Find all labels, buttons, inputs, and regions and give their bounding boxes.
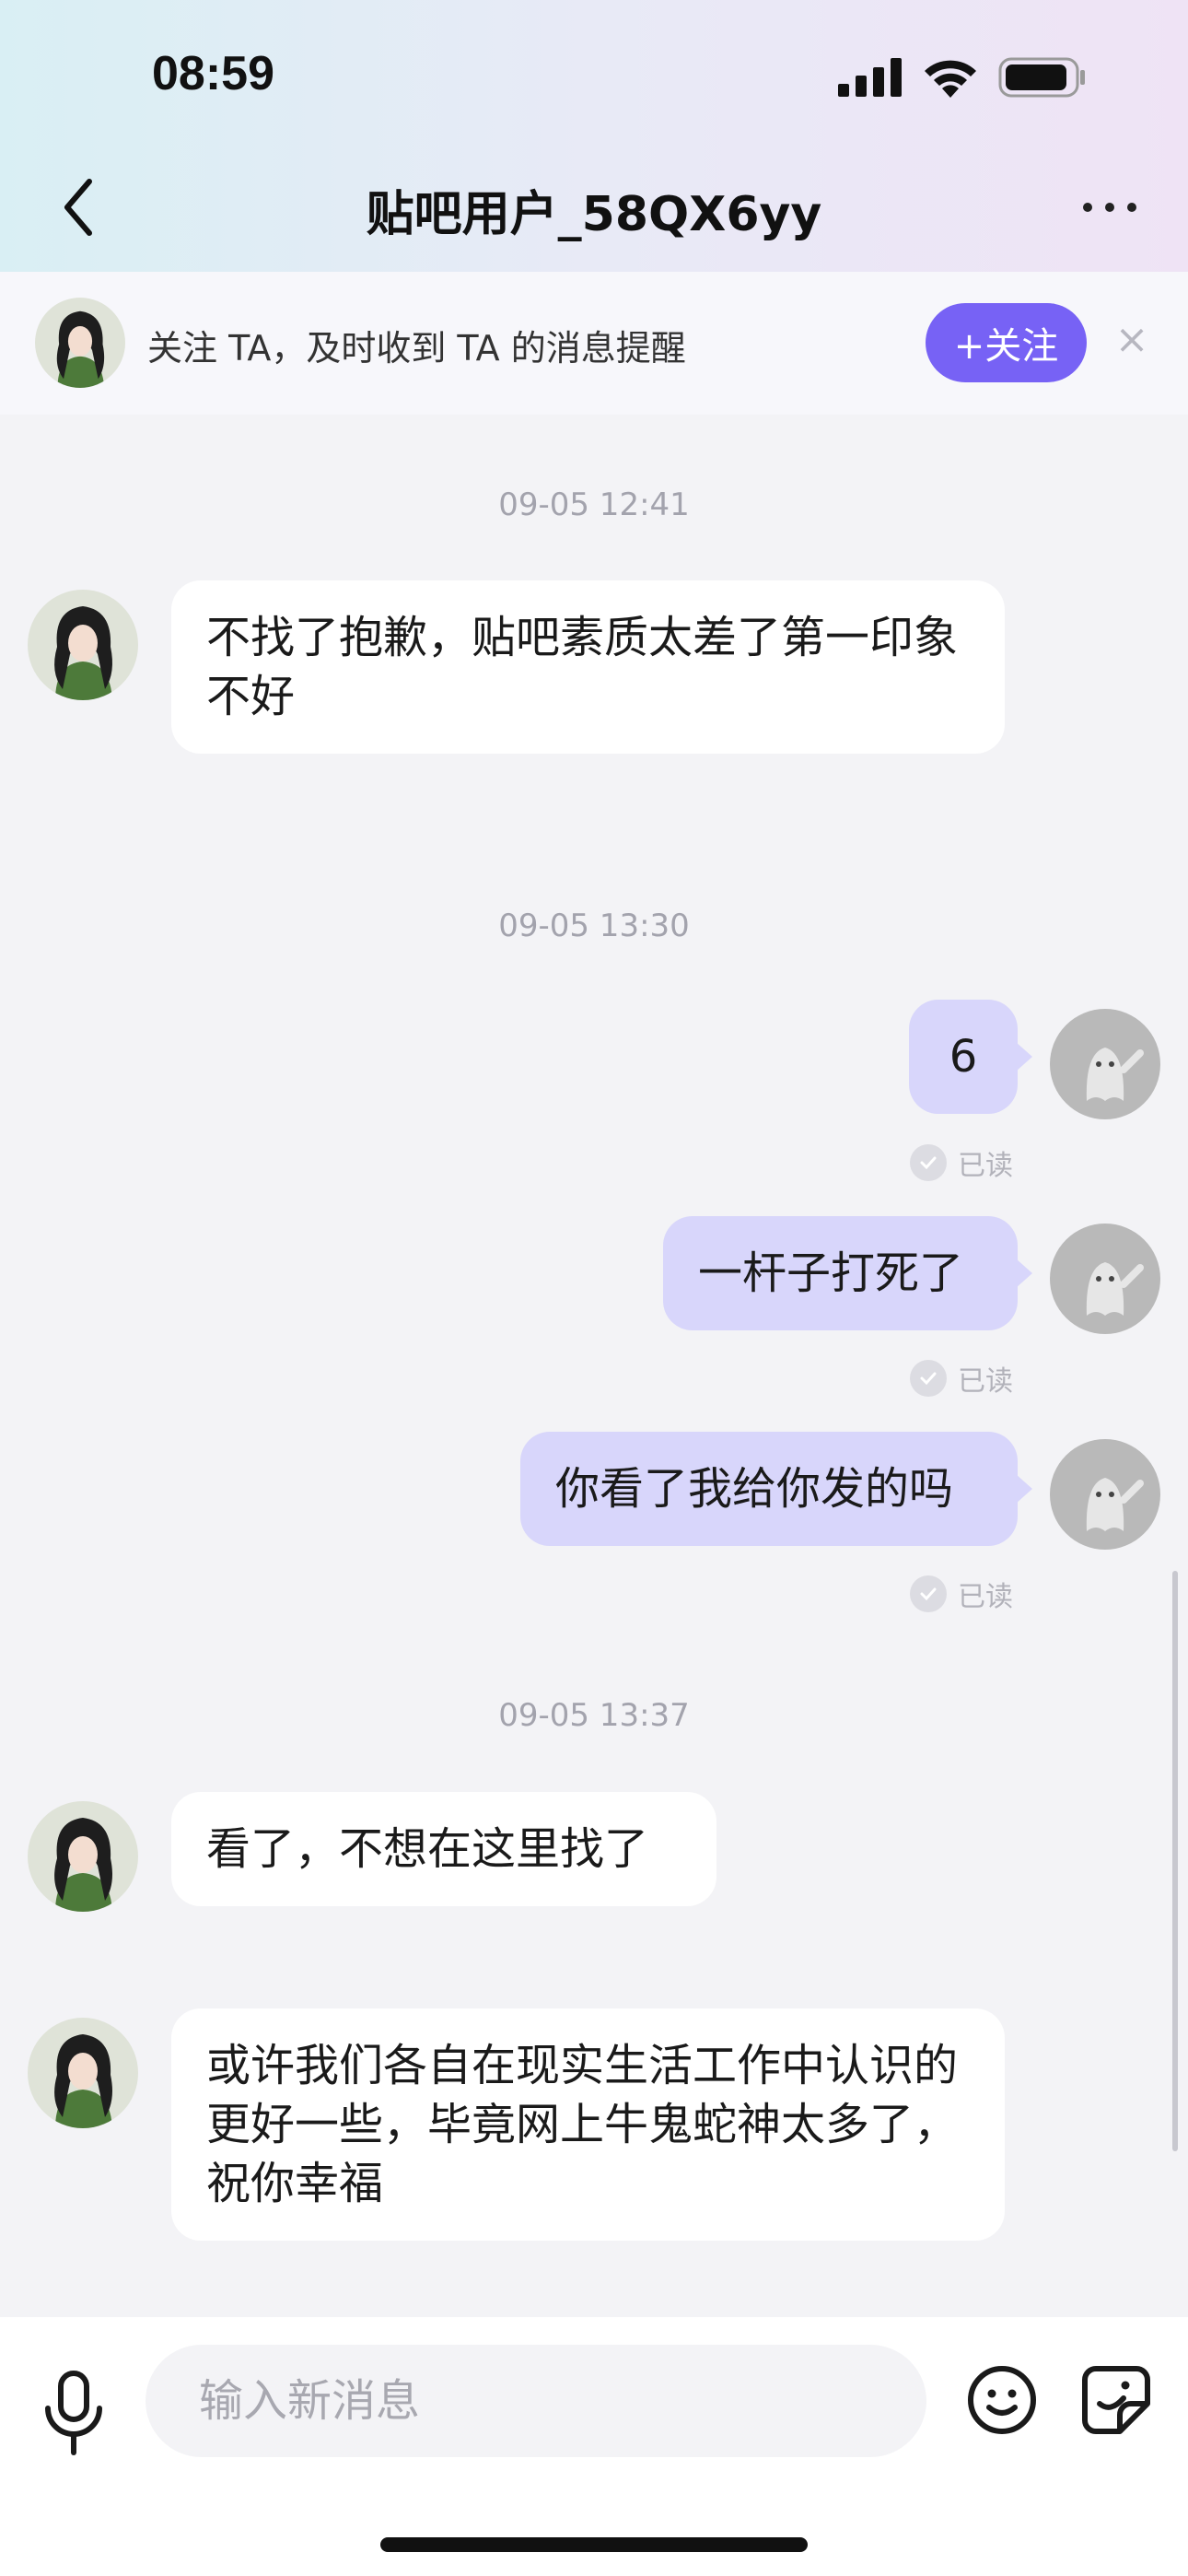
contact-avatar[interactable] xyxy=(28,2018,138,2128)
more-dot xyxy=(1127,203,1136,212)
avatar-image xyxy=(1050,1439,1160,1550)
read-status: 已读 xyxy=(910,1142,1013,1183)
contact-avatar[interactable] xyxy=(28,1801,138,1912)
user-avatar[interactable] xyxy=(1050,1439,1160,1550)
read-check-icon xyxy=(910,1144,947,1181)
more-button[interactable] xyxy=(1068,189,1151,226)
user-avatar[interactable] xyxy=(1050,1009,1160,1119)
sticker-icon xyxy=(1082,2366,1150,2434)
voice-button[interactable] xyxy=(37,2368,111,2460)
home-indicator xyxy=(380,2537,808,2552)
follow-prompt-text: 关注 TA，及时收到 TA 的消息提醒 xyxy=(147,328,686,369)
battery-icon xyxy=(998,57,1085,98)
avatar-image xyxy=(28,2018,138,2128)
more-dot xyxy=(1105,203,1114,212)
page-title: 贴吧用户_58QX6yy xyxy=(366,187,822,242)
status-time: 08:59 xyxy=(152,47,274,100)
avatar-image xyxy=(28,590,138,700)
user-avatar[interactable] xyxy=(1050,1224,1160,1334)
outgoing-message-bubble[interactable]: 一杆子打死了 xyxy=(663,1216,1032,1330)
read-status: 已读 xyxy=(910,1358,1013,1399)
cellular-signal-icon xyxy=(838,58,902,97)
message-input-bar xyxy=(0,2317,1188,2576)
status-bar: 08:59 xyxy=(0,0,1188,157)
message-timestamp: 09-05 12:41 xyxy=(498,486,690,523)
outgoing-message-bubble[interactable]: 你看了我给你发的吗 xyxy=(520,1432,1032,1546)
emoji-icon xyxy=(968,2366,1036,2434)
avatar-image xyxy=(1050,1009,1160,1119)
incoming-message-bubble[interactable]: 或许我们各自在现实生活工作中认识的更好一些，毕竟网上牛鬼蛇神太多了，祝你幸福 xyxy=(171,2008,1005,2241)
microphone-icon xyxy=(45,2371,102,2455)
follow-button[interactable]: +关注 xyxy=(926,303,1087,382)
read-status-label: 已读 xyxy=(958,1365,1013,1398)
incoming-message-bubble[interactable]: 看了，不想在这里找了 xyxy=(171,1792,716,1906)
scrollbar[interactable] xyxy=(1172,1571,1178,2151)
status-icons xyxy=(838,57,1087,98)
avatar-image xyxy=(1050,1224,1160,1334)
message-timestamp: 09-05 13:30 xyxy=(498,907,690,944)
emoji-button[interactable] xyxy=(965,2363,1039,2437)
wifi-icon xyxy=(925,60,976,98)
close-banner-icon[interactable]: × xyxy=(1110,318,1154,362)
avatar-image xyxy=(28,1801,138,1912)
message-list[interactable]: 09-05 12:41 不找了抱歉，贴吧素质太差了第一印象不好 09-05 13… xyxy=(0,415,1188,2317)
read-status: 已读 xyxy=(910,1574,1013,1614)
follow-banner: 关注 TA，及时收到 TA 的消息提醒 +关注 × xyxy=(0,272,1188,415)
message-input[interactable] xyxy=(146,2345,926,2457)
contact-avatar[interactable] xyxy=(28,590,138,700)
sticker-button[interactable] xyxy=(1079,2363,1153,2437)
navigation-bar: 贴吧用户_58QX6yy xyxy=(0,157,1188,272)
read-status-label: 已读 xyxy=(958,1150,1013,1182)
outgoing-message-bubble[interactable]: 6 xyxy=(909,1000,1032,1114)
read-status-label: 已读 xyxy=(958,1581,1013,1613)
more-dots-icon xyxy=(1083,203,1092,212)
contact-avatar[interactable] xyxy=(35,298,125,388)
message-timestamp: 09-05 13:37 xyxy=(498,1697,690,1734)
chat-screen: 08:59 贴吧用户_58QX6yy 关注 TA，及时收到 TA 的消息提醒 +… xyxy=(0,0,1188,2576)
avatar-image xyxy=(35,298,125,388)
incoming-message-bubble[interactable]: 不找了抱歉，贴吧素质太差了第一印象不好 xyxy=(171,580,1005,754)
read-check-icon xyxy=(910,1575,947,1612)
read-check-icon xyxy=(910,1360,947,1397)
